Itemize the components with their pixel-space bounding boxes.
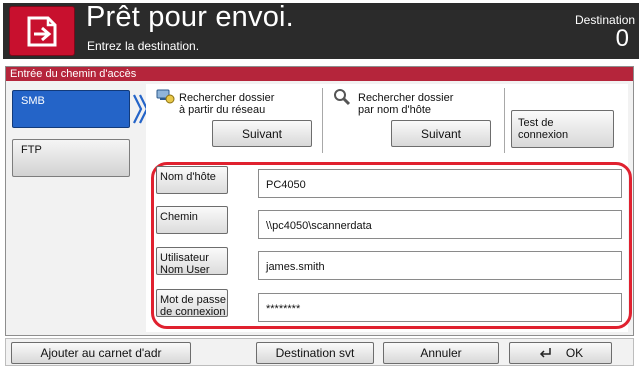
password-label-line1: Mot de passe: [160, 294, 227, 306]
footer-bar: Ajouter au carnet d'adr Destination svt …: [5, 338, 634, 366]
username-label-button[interactable]: Utilisateur Nom User: [156, 247, 228, 276]
test-connection-line2: connexion: [518, 129, 569, 141]
tab-smb[interactable]: SMB: [12, 90, 130, 128]
cancel-button[interactable]: Annuler: [383, 342, 499, 364]
search-network-line1: Rechercher dossier: [179, 92, 275, 104]
password-label-button[interactable]: Mot de passe de connexion: [156, 289, 228, 318]
home-button[interactable]: [9, 6, 75, 56]
hostname-label: Nom d'hôte: [160, 171, 216, 183]
divider: [504, 88, 505, 153]
search-host-next-button[interactable]: Suivant: [391, 120, 491, 147]
hostname-label-button[interactable]: Nom d'hôte: [156, 166, 228, 194]
home-icon: [27, 16, 57, 47]
divider: [322, 88, 323, 153]
tab-ftp[interactable]: FTP: [12, 139, 130, 177]
path-entry-panel: Entrée du chemin d'accès SMB FTP Recherc…: [5, 66, 634, 336]
path-label-button[interactable]: Chemin: [156, 206, 228, 234]
search-host-line2: par nom d'hôte: [358, 104, 432, 116]
ok-label: OK: [565, 346, 584, 360]
next-destination-button[interactable]: Destination svt: [256, 342, 374, 364]
search-network-label: Rechercher dossier à partir du réseau: [179, 92, 274, 116]
network-folder-icon: [156, 89, 175, 104]
page-title: Prêt pour envoi.: [86, 1, 294, 33]
enter-icon: [539, 348, 551, 358]
test-connection-line1: Test de: [518, 117, 554, 129]
password-label-line2: de connexion: [160, 306, 226, 318]
magnifier-icon: [334, 89, 351, 106]
search-host-label: Rechercher dossier par nom d'hôte: [358, 92, 453, 116]
username-field[interactable]: james.smith: [258, 251, 622, 280]
panel-title: Entrée du chemin d'accès: [6, 67, 633, 81]
search-network-next-button[interactable]: Suivant: [212, 120, 312, 147]
search-network-line2: à partir du réseau: [179, 104, 266, 116]
add-to-address-book-button[interactable]: Ajouter au carnet d'adr: [11, 342, 191, 364]
status-header: Prêt pour envoi. Entrez la destination. …: [3, 1, 639, 59]
username-label-line2: Nom User: [160, 264, 210, 276]
password-field[interactable]: ********: [258, 293, 622, 322]
destination-count[interactable]: 0: [616, 25, 629, 53]
username-label-line1: Utilisateur: [160, 252, 209, 264]
search-host-line1: Rechercher dossier: [358, 92, 454, 104]
hostname-field[interactable]: PC4050: [258, 169, 622, 198]
page-subtitle: Entrez la destination.: [87, 39, 200, 53]
ok-button[interactable]: OK: [509, 342, 612, 364]
test-connection-button[interactable]: Test de connexion: [511, 110, 614, 148]
path-field[interactable]: \\pc4050\scannerdata: [258, 210, 622, 239]
path-label: Chemin: [160, 211, 198, 223]
